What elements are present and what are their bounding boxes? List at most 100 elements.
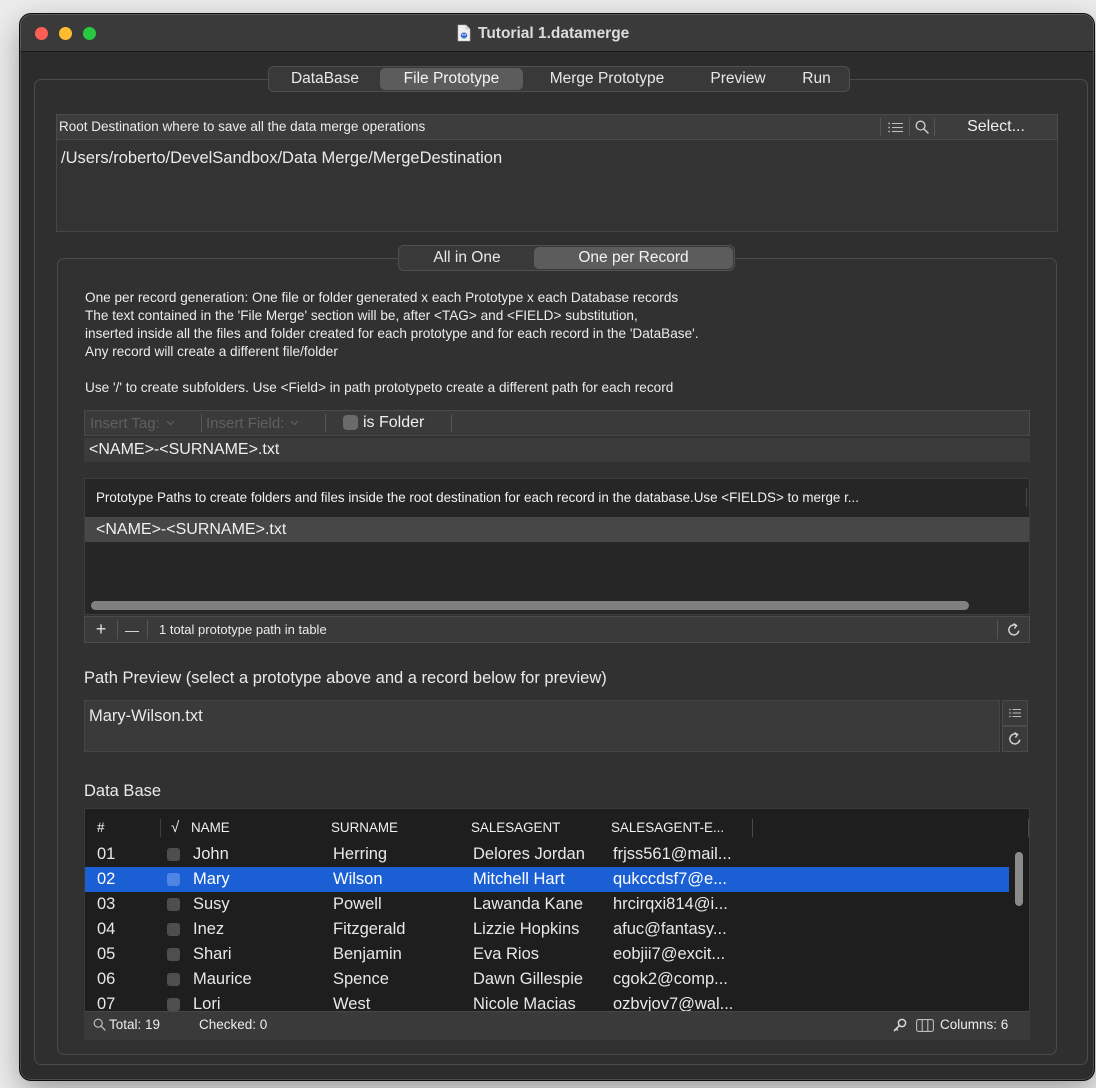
app-window: Tutorial 1.datamerge DataBase File Proto… — [20, 14, 1094, 1080]
cell-salesagent: Mitchell Hart — [473, 870, 565, 888]
mode-tab-bar: All in One One per Record — [398, 245, 735, 271]
cell-surname: Wilson — [333, 870, 383, 888]
table-header[interactable]: Prototype Paths to create folders and fi… — [85, 482, 1029, 513]
cell-salesagent-email: hrcirqxi814@i... — [613, 895, 728, 913]
database-rows: 01 John Herring Delores Jordan frjss561@mail… — [85, 809, 1029, 1039]
table-row[interactable]: 05 Shari Benjamin Eva Rios eobjii7@excit... — [85, 942, 1009, 967]
row-checkbox[interactable] — [167, 923, 180, 936]
row-checkbox[interactable] — [167, 998, 180, 1011]
title-bar[interactable]: Tutorial 1.datamerge — [20, 14, 1094, 52]
row-number: 02 — [97, 870, 116, 888]
cell-name: Susy — [193, 895, 230, 913]
total-count: Total: 19 — [109, 1017, 161, 1032]
horizontal-scrollbar[interactable] — [91, 601, 969, 610]
tab-merge-prototype[interactable]: Merge Prototype — [523, 68, 691, 90]
cell-salesagent-email: frjss561@mail... — [613, 845, 732, 863]
zoom-button[interactable] — [83, 27, 96, 40]
divider — [201, 414, 202, 432]
window-title: Tutorial 1.datamerge — [478, 25, 630, 42]
cell-salesagent: Eva Rios — [473, 945, 540, 963]
database-table[interactable]: # √ NAME SURNAME SALESAGENT SALESAGENT-E… — [84, 808, 1030, 1040]
divider — [1026, 488, 1027, 507]
preview-refresh-button[interactable] — [1002, 726, 1028, 752]
table-row[interactable]: 03 Susy Powell Lawanda Kane hrcirqxi814@i... — [85, 892, 1009, 917]
cell-name: Shari — [193, 945, 232, 963]
row-number: 04 — [97, 920, 116, 938]
cell-salesagent-email: eobjii7@excit... — [613, 945, 726, 963]
root-destination-field[interactable]: /Users/roberto/DevelSandbox/Data Merge/M… — [56, 140, 1058, 232]
insert-tag-popup[interactable]: Insert Tag: — [90, 411, 200, 435]
table-row[interactable]: 02 Mary Wilson Mitchell Hart qukccdsf7@e... — [85, 867, 1009, 892]
insert-field-popup[interactable]: Insert Field: — [206, 411, 324, 435]
list-icon — [1003, 701, 1027, 725]
row-checkbox[interactable] — [167, 848, 180, 861]
prototype-count-status: 1 total prototype path in table — [159, 622, 327, 637]
list-icon[interactable] — [881, 115, 909, 139]
minimize-button[interactable] — [59, 27, 72, 40]
prototype-paths-table[interactable]: Prototype Paths to create folders and fi… — [84, 478, 1030, 615]
insert-tag-label: Insert Tag: — [90, 414, 160, 432]
description-line: The text contained in the 'File Merge' s… — [85, 308, 638, 323]
columns-icon[interactable] — [916, 1019, 934, 1037]
is-folder-label: is Folder — [363, 414, 425, 431]
row-checkbox[interactable] — [167, 873, 180, 886]
path-prototype-input[interactable]: <NAME>-<SURNAME>.txt — [84, 438, 1030, 462]
description-block: One per record generation: One file or f… — [85, 289, 1045, 361]
search-icon[interactable] — [910, 115, 934, 139]
table-row[interactable]: 01 John Herring Delores Jordan frjss561@mail… — [85, 842, 1009, 867]
row-checkbox[interactable] — [167, 973, 180, 986]
refresh-icon[interactable] — [998, 617, 1029, 642]
prototype-paths-column-header: Prototype Paths to create folders and fi… — [96, 490, 859, 505]
row-checkbox[interactable] — [167, 898, 180, 911]
cell-salesagent: Lizzie Hopkins — [473, 920, 580, 938]
cell-salesagent: Lawanda Kane — [473, 895, 584, 913]
remove-path-button[interactable]: — — [118, 617, 146, 642]
cell-salesagent-email: qukccdsf7@e... — [613, 870, 727, 888]
search-icon[interactable] — [93, 1018, 106, 1036]
cell-salesagent: Dawn Gillespie — [473, 970, 584, 988]
cell-name: Inez — [193, 920, 225, 938]
close-button[interactable] — [35, 27, 48, 40]
preview-list-button[interactable] — [1002, 700, 1028, 726]
cell-salesagent-email: afuc@fantasy... — [613, 920, 727, 938]
path-preview-value: Mary-Wilson.txt — [89, 707, 203, 725]
columns-count: Columns: 6 — [940, 1017, 1009, 1032]
checked-count: Checked: 0 — [199, 1017, 268, 1032]
root-destination-header: Root Destination where to save all the d… — [56, 114, 1058, 140]
row-number: 06 — [97, 970, 116, 988]
cell-name: Mary — [193, 870, 230, 888]
cell-surname: Spence — [333, 970, 389, 988]
database-footer: Total: 19 Checked: 0 Columns: 6 — [85, 1011, 1029, 1039]
table-row[interactable]: 06 Maurice Spence Dawn Gillespie cgok2@comp.… — [85, 967, 1009, 992]
cell-surname: Herring — [333, 845, 388, 863]
divider — [451, 414, 452, 432]
tab-run[interactable]: Run — [785, 68, 848, 90]
path-preview-field[interactable]: Mary-Wilson.txt — [84, 700, 1000, 752]
tab-file-prototype[interactable]: File Prototype — [380, 68, 523, 90]
row-number: 05 — [97, 945, 116, 963]
insert-field-label: Insert Field: — [206, 414, 285, 432]
cell-salesagent: Delores Jordan — [473, 845, 585, 863]
database-label: Data Base — [84, 782, 162, 800]
tab-preview[interactable]: Preview — [691, 68, 785, 90]
row-number: 01 — [97, 845, 116, 863]
description-line: One per record generation: One file or f… — [85, 290, 679, 305]
cell-surname: Fitzgerald — [333, 920, 406, 938]
tab-one-per-record[interactable]: One per Record — [534, 247, 733, 269]
tab-database[interactable]: DataBase — [270, 68, 380, 90]
add-path-button[interactable]: + — [85, 617, 117, 642]
select-button[interactable]: Select... — [935, 115, 1057, 139]
description-line: Any record will create a different file/… — [85, 344, 338, 359]
main-tab-bar: DataBase File Prototype Merge Prototype … — [268, 66, 850, 92]
is-folder-checkbox[interactable] — [343, 415, 358, 430]
row-checkbox[interactable] — [167, 948, 180, 961]
key-icon[interactable] — [893, 1018, 907, 1037]
divider — [147, 620, 148, 639]
path-toolbar: Insert Tag: Insert Field: is Folder — [84, 410, 1030, 436]
table-row[interactable]: <NAME>-<SURNAME>.txt — [85, 517, 1029, 542]
tab-all-in-one[interactable]: All in One — [400, 247, 534, 269]
description-line: inserted inside all the files and folder… — [85, 326, 699, 341]
root-destination-label: Root Destination where to save all the d… — [59, 119, 426, 134]
vertical-scrollbar[interactable] — [1015, 852, 1023, 906]
table-row[interactable]: 04 Inez Fitzgerald Lizzie Hopkins afuc@fanta… — [85, 917, 1009, 942]
